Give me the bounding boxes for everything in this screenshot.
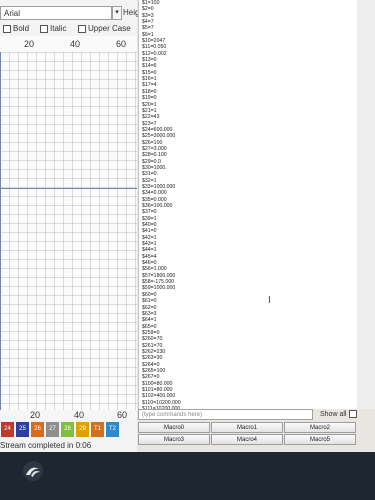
uppercase-label: Upper Case — [88, 24, 131, 33]
bold-label: Bold — [13, 24, 30, 33]
ruler-tick: 20 — [30, 410, 41, 420]
ruler-tick: 40 — [70, 39, 81, 49]
status-text: Stream completed in 0:06 — [0, 441, 92, 450]
bold-checkbox[interactable]: Bold — [3, 24, 29, 33]
font-select[interactable]: Arial — [0, 6, 112, 20]
tool-button[interactable]: 29 — [76, 422, 89, 437]
tool-palette: 24 25 26 27 28 29 T1 T2 — [0, 422, 138, 440]
italic-checkbox[interactable]: Italic — [40, 24, 66, 33]
tool-button[interactable]: 27 — [46, 422, 59, 437]
chevron-down-icon[interactable]: ▾ — [112, 6, 122, 20]
font-row: Arial ▾ Heigh — [0, 6, 144, 22]
app-logo-icon[interactable] — [22, 460, 44, 482]
tool-button[interactable]: 26 — [31, 422, 44, 437]
checkbox-icon — [78, 24, 86, 33]
ruler-tick: 40 — [74, 410, 85, 420]
x-axis-line — [0, 188, 137, 189]
ruler-tick: 60 — [117, 410, 128, 420]
tool-button[interactable]: T1 — [91, 422, 104, 437]
checkbox-icon — [3, 24, 11, 33]
show-all-toggle[interactable]: Show all — [320, 410, 358, 418]
checkbox-icon — [40, 24, 48, 33]
checkbox-icon — [349, 410, 358, 418]
macro4-button[interactable]: Macro4 — [211, 434, 283, 445]
show-all-label: Show all — [320, 410, 347, 418]
text-style-row: Bold Italic Upper Case — [0, 22, 137, 36]
tool-button[interactable]: T2 — [106, 422, 119, 437]
taskbar — [0, 452, 375, 500]
macro0-button[interactable]: Macro0 — [138, 422, 210, 433]
macro-buttons: Macro0 Macro1 Macro2 Macro3 Macro4 Macro… — [138, 422, 375, 450]
ruler-tick: 20 — [24, 39, 35, 49]
macro5-button[interactable]: Macro5 — [284, 434, 356, 445]
text-cursor-icon: I — [268, 295, 271, 306]
left-panel: Arial ▾ Heigh Bold Italic Upper Case 20 … — [0, 0, 144, 452]
tool-button[interactable]: 24 — [1, 422, 14, 437]
macro3-button[interactable]: Macro3 — [138, 434, 210, 445]
canvas-grid[interactable] — [0, 52, 137, 410]
command-input[interactable]: (type commands here) — [138, 409, 313, 420]
ruler-tick: 60 — [116, 39, 127, 49]
macro2-button[interactable]: Macro2 — [284, 422, 356, 433]
italic-label: Italic — [50, 24, 67, 33]
console-scrollbar[interactable] — [357, 0, 375, 409]
tool-button[interactable]: 25 — [16, 422, 29, 437]
y-axis-line — [0, 52, 1, 410]
ruler-bottom: 20 40 60 — [0, 410, 137, 420]
macro1-button[interactable]: Macro1 — [211, 422, 283, 433]
console-output[interactable]: $1=100 $2=0 $3=3 $4=7 $5=7 $6=1 $10=2047 $11=0.… — [138, 0, 357, 409]
ruler-top: 20 40 60 — [0, 36, 137, 53]
tool-button[interactable]: 28 — [61, 422, 74, 437]
uppercase-checkbox[interactable]: Upper Case — [78, 24, 131, 33]
